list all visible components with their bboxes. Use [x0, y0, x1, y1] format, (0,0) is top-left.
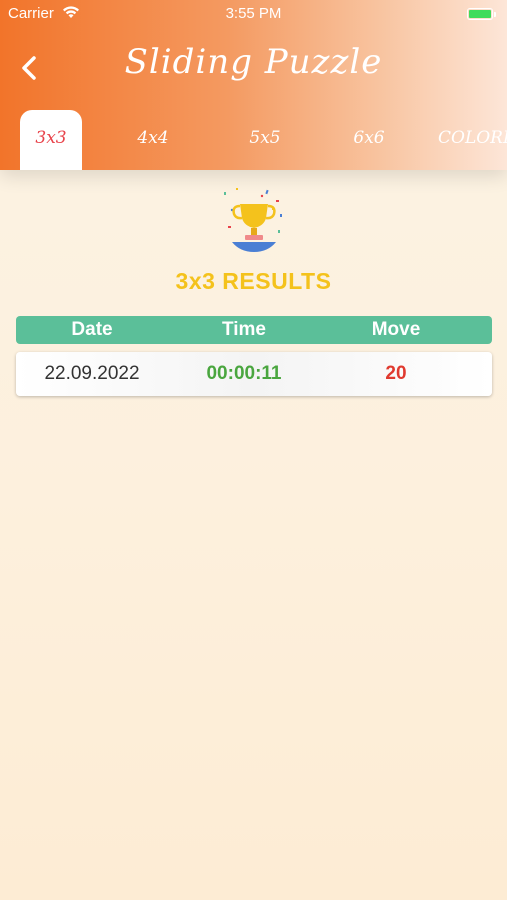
page-title: Sliding Puzzle — [124, 42, 383, 82]
clock: 3:55 PM — [225, 5, 282, 22]
results-table-header: Date Time Move — [16, 316, 492, 344]
column-date: Date — [71, 319, 113, 340]
status-bar: Carrier 3:55 PM — [0, 0, 507, 28]
tab-colored[interactable]: COLORED — [438, 110, 507, 170]
size-tabs: 3x3 4x4 5x5 6x6 COLORED — [0, 110, 507, 170]
tab-6x6[interactable]: 6x6 — [338, 110, 400, 170]
table-row: 22.09.2022 00:00:11 20 — [16, 352, 492, 396]
result-date: 22.09.2022 — [44, 363, 140, 384]
results-title: 3x3 RESULTS — [175, 268, 332, 294]
result-time: 00:00:11 — [206, 363, 282, 384]
column-time: Time — [221, 319, 266, 340]
app-header: Carrier 3:55 PM Sliding Puzzle 3x3 4x4 5… — [0, 0, 507, 170]
result-move: 20 — [385, 363, 407, 384]
trophy-icon — [218, 186, 290, 258]
tab-3x3[interactable]: 3x3 — [20, 110, 82, 170]
battery-icon — [467, 8, 496, 20]
tab-4x4[interactable]: 4x4 — [122, 110, 184, 170]
tab-5x5[interactable]: 5x5 — [234, 110, 296, 170]
column-move: Move — [371, 319, 421, 340]
